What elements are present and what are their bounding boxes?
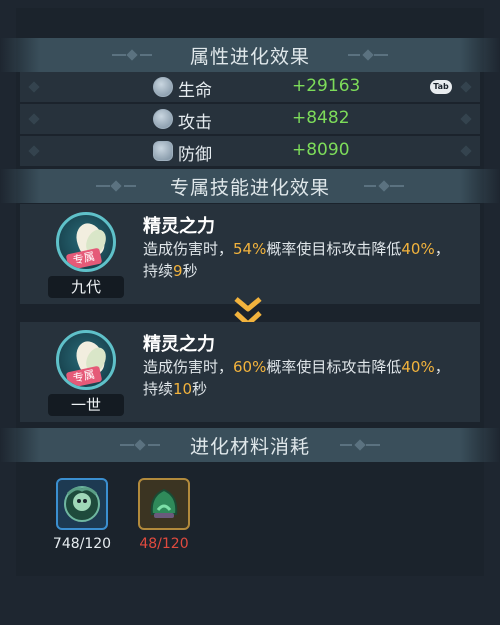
stat-row-hp: 生命 +29163 Tab [20,72,480,102]
skill-description: 造成伤害时，60%概率使目标攻击降低40%，持续10秒 [143,358,450,398]
stat-label: 防御 [178,145,212,165]
monster-soul-slot[interactable] [56,478,108,530]
row-ornament-icon [28,113,40,125]
jade-helmet-slot[interactable] [138,478,190,530]
stat-value: +29163 [292,76,361,96]
ornament-right-icon [364,180,404,192]
ornament-right-icon [348,49,388,61]
stat-label: 攻击 [178,113,212,133]
skill-card-next: 专属 一世 精灵之力 造成伤害时，60%概率使目标攻击降低40%，持续10秒 [20,322,480,422]
skill-card-current: 专属 九代 精灵之力 造成伤害时，54%概率使目标攻击降低40%，持续9秒 [20,204,480,304]
spirit-skill-icon[interactable]: 专属 [56,330,116,390]
defense-shield-icon [153,141,173,161]
attr-section-title: 属性进化效果 [189,45,310,68]
skill-name: 精灵之力 [143,216,215,237]
tier-label: 九代 [48,276,124,298]
attack-shield-icon [153,109,173,129]
heart-shield-icon [153,77,173,97]
row-ornament-icon [460,145,472,157]
stat-row-defense: 防御 +8090 [20,136,480,166]
row-ornament-icon [28,145,40,157]
spirit-skill-icon[interactable]: 专属 [56,212,116,272]
skill-description: 造成伤害时，54%概率使目标攻击降低40%，持续9秒 [143,240,450,280]
stat-label: 生命 [178,81,212,101]
row-ornament-icon [460,113,472,125]
material-count: 748/120 [52,536,112,552]
tab-key-hint[interactable]: Tab [430,80,452,94]
row-ornament-icon [28,81,40,93]
skill-name: 精灵之力 [143,334,215,355]
material-section-header: 进化材料消耗 [0,428,500,462]
ornament-left-icon [112,49,152,61]
ornament-left-icon [96,180,136,192]
exclusive-tag: 专属 [65,247,103,269]
skill-section-title: 专属技能进化效果 [169,176,330,199]
tier-label: 一世 [48,394,124,416]
material-section-title: 进化材料消耗 [189,435,310,458]
stat-value: +8482 [292,108,350,128]
row-ornament-icon [460,81,472,93]
exclusive-tag: 专属 [65,365,103,387]
attr-section-header: 属性进化效果 [0,38,500,72]
skill-section-header: 专属技能进化效果 [0,169,500,203]
stat-row-attack: 攻击 +8482 [20,104,480,134]
stat-value: +8090 [292,140,350,160]
jade-helmet-icon [150,488,178,518]
ornament-left-icon [120,439,160,451]
material-count-insufficient: 48/120 [139,536,189,552]
ornament-right-icon [340,439,380,451]
monster-soul-icon [64,486,100,522]
